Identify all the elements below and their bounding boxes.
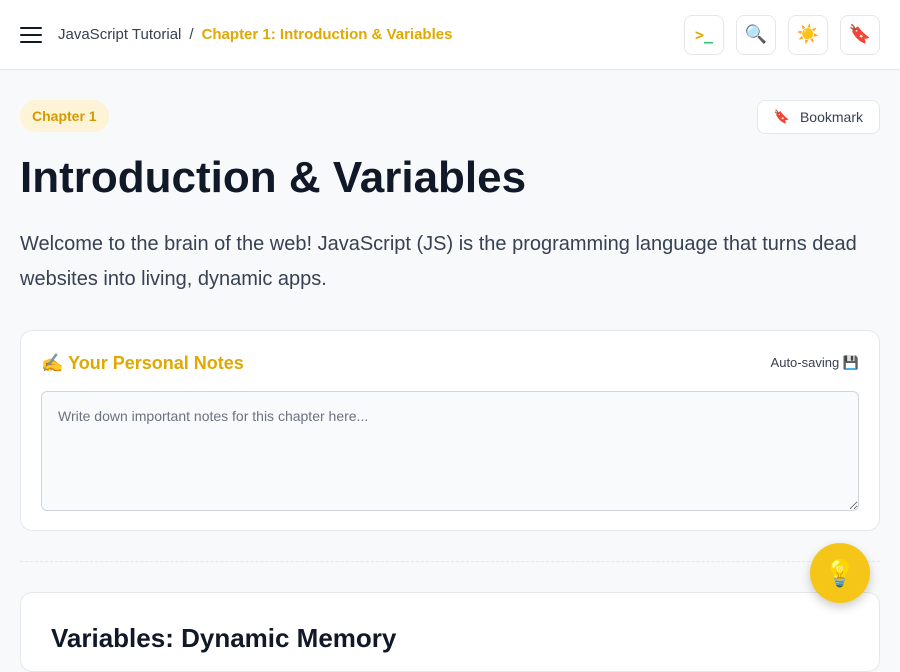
top-actions: >_ 🔍 ☀️ 🔖	[684, 14, 880, 55]
variables-section-card: Variables: Dynamic Memory	[20, 592, 880, 672]
notes-card: ✍️ Your Personal Notes Auto-saving 💾	[20, 330, 880, 531]
autosave-status: Auto-saving 💾	[770, 355, 859, 370]
bookmark-icon: 🔖	[773, 109, 790, 124]
top-bar: JavaScript Tutorial / Chapter 1: Introdu…	[0, 0, 900, 70]
section-divider	[20, 561, 880, 562]
lightbulb-icon: 💡	[823, 557, 857, 588]
search-button[interactable]: 🔍	[736, 14, 776, 55]
bookmark-icon: 🔖	[848, 24, 872, 44]
page-title: Introduction & Variables	[20, 153, 527, 202]
menu-icon[interactable]	[20, 24, 42, 46]
bookmark-button[interactable]: 🔖 Bookmark	[756, 100, 880, 134]
terminal-button[interactable]: >_	[684, 14, 724, 55]
notes-textarea[interactable]	[41, 391, 859, 511]
search-icon: 🔍	[744, 24, 768, 44]
tips-fab-button[interactable]: 💡	[810, 543, 870, 603]
breadcrumb-root[interactable]: JavaScript Tutorial	[58, 26, 181, 43]
terminal-icon: >_	[694, 25, 714, 44]
breadcrumb-current: Chapter 1: Introduction & Variables	[201, 26, 453, 43]
bookmark-label: Bookmark	[799, 109, 863, 125]
chapter-intro: Welcome to the brain of the web! JavaScr…	[20, 232, 857, 290]
chapter-content: Chapter 1 🔖 Bookmark Introduction & Vari…	[20, 100, 880, 672]
notes-title: ✍️ Your Personal Notes	[41, 352, 244, 373]
notes-header: ✍️ Your Personal Notes Auto-saving 💾	[41, 351, 859, 375]
chapter-badge: Chapter 1	[20, 100, 109, 132]
bookmarks-button[interactable]: 🔖	[840, 14, 880, 55]
section-title: Variables: Dynamic Memory	[51, 623, 397, 653]
breadcrumb-separator: /	[189, 26, 194, 43]
sun-icon: ☀️	[796, 24, 820, 44]
theme-toggle-button[interactable]: ☀️	[788, 14, 828, 55]
